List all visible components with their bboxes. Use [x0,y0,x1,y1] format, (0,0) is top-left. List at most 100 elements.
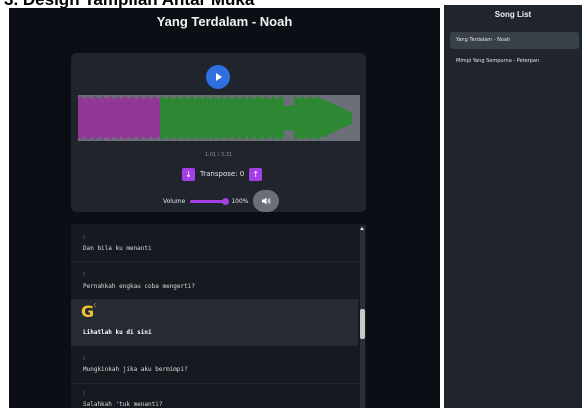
waveform-bar [104,98,106,138]
lyric-chord-superscript: C [94,303,97,308]
waveform-bar [150,98,152,138]
waveform-bar [330,102,332,134]
waveform-bar [136,98,138,138]
waveform-bar [200,97,202,139]
waveform-bar [320,99,322,137]
waveform-bar [134,98,136,138]
waveform-bar [288,105,290,131]
waveform-bar [332,103,334,133]
scroll-up-icon[interactable] [360,227,364,230]
waveform-bar [122,97,124,139]
waveform-bar [348,111,350,125]
waveform-bar [272,96,274,140]
waveform-bar [230,98,232,138]
transpose-up-button[interactable]: ↑ [249,167,263,181]
waveform-bar [244,96,246,140]
waveform-bar [240,97,242,139]
waveform-bar [108,97,110,139]
waveform-bar [82,97,84,139]
waveform-bar [174,97,176,139]
waveform-bar [110,96,112,140]
waveform-bar [214,97,216,139]
waveform-bar [100,98,102,138]
transpose-down-button[interactable]: ↓ [182,167,195,181]
waveform-bar [140,96,142,140]
waveform-bar [226,97,228,139]
lyric-chord: C [83,391,86,396]
waveform-bar [92,98,94,138]
waveform-bar [154,96,156,140]
volume-slider-handle[interactable] [222,197,230,205]
waveform-bar [172,98,174,138]
song-list-title: Song List [494,10,532,19]
waveform-bar [192,96,194,140]
play-icon [216,73,222,81]
waveform-bar [270,98,272,138]
lyric-chord: C [83,235,86,240]
waveform-bar [296,97,298,139]
play-button[interactable] [206,65,230,89]
waveform-bar [188,98,190,138]
scrollbar-thumb[interactable] [360,309,365,339]
waveform-bar [78,97,80,139]
mute-button[interactable] [253,190,280,212]
waveform-bar [162,96,164,140]
waveform-bar [266,97,268,139]
waveform-bar [326,100,328,136]
waveform-bar [234,97,236,139]
waveform-bar [300,97,302,139]
lyrics-scrollbar[interactable] [360,226,365,408]
waveform-bar [184,96,186,140]
lyric-text: Mungkinkah jika aku bermimpi? [83,366,188,373]
waveform-bar [98,98,100,138]
waveform-bar [280,96,282,140]
song-list-item-mimpi-yang-sempurna[interactable]: Mimpi Yang Sempurna - Peterpan [450,53,579,70]
waveform-bar [342,108,344,128]
lyrics-panel[interactable]: C Dan bila ku menanti C Pernahkah engkau… [71,224,366,408]
waveform-bar [116,96,118,140]
waveform-bar [114,98,116,138]
waveform-bar [80,96,82,140]
waveform-graphic [78,95,352,141]
waveform-bar [216,98,218,138]
waveform-bar [222,97,224,139]
song-list-item-yang-terdalam[interactable]: Yang Terdalam - Noah [450,32,579,49]
waveform-bar [170,97,172,139]
waveform-bar [248,97,250,139]
waveform-bar [306,98,308,138]
waveform-bar [168,96,170,140]
waveform-bar [160,96,162,140]
waveform-bar [132,96,134,140]
waveform-bar [338,106,340,130]
lyric-text-active: Lihatlah ku di sini [83,329,152,336]
waveform-bar [256,96,258,140]
waveform-bar [126,97,128,139]
transpose-control: ↓ Transpose: 0 ↑ [182,167,263,181]
waveform-bar [302,96,304,140]
waveform-bar [208,97,210,139]
waveform-seekbar[interactable] [78,95,360,141]
waveform-bar [178,98,180,138]
waveform-bar [102,95,104,141]
waveform-bar [86,96,88,140]
lyric-line: C Dan bila ku menanti [71,224,358,262]
volume-slider[interactable] [190,197,230,205]
lyric-text: Pernahkah engkau coba mengerti? [83,283,195,290]
waveform-bar [290,105,292,131]
waveform-bar [340,107,342,129]
waveform-bar [196,97,198,139]
waveform-bar [350,111,352,125]
waveform-bar [308,96,310,140]
waveform-bar [336,105,338,131]
waveform-bar [176,96,178,140]
waveform-bar [146,96,148,140]
arrow-up-icon: ↑ [252,169,260,179]
lyric-text: Dan bila ku menanti [83,245,152,252]
waveform-bar [304,98,306,138]
waveform-bar [310,96,312,140]
waveform-bar [268,98,270,138]
waveform-bar [148,97,150,139]
waveform-bar [190,96,192,140]
waveform-bar [328,101,330,135]
waveform-bar [246,99,248,137]
